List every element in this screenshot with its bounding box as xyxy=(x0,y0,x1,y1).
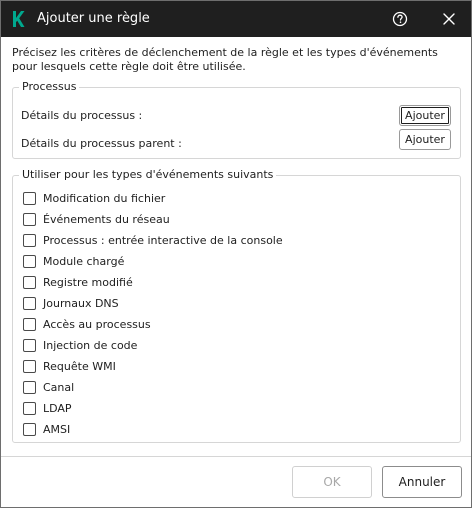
event-type-module-loaded[interactable]: Module chargé xyxy=(23,253,124,269)
event-type-registry-modified[interactable]: Registre modifié xyxy=(23,274,133,290)
ok-button[interactable]: OK xyxy=(292,466,372,498)
close-icon xyxy=(443,13,455,25)
checkbox[interactable] xyxy=(23,380,36,394)
dialog-title: Ajouter une règle xyxy=(37,11,150,26)
event-type-process-access[interactable]: Accès au processus xyxy=(23,316,151,332)
footer-divider xyxy=(1,456,471,457)
checkbox[interactable] xyxy=(23,296,36,310)
event-type-label: Journaux DNS xyxy=(43,296,119,310)
event-types-group: Utiliser pour les types d'événements sui… xyxy=(12,168,461,443)
process-group-title: Processus xyxy=(19,80,80,94)
close-button[interactable] xyxy=(439,9,459,29)
event-type-label: Requête WMI xyxy=(43,359,116,373)
event-type-code-injection[interactable]: Injection de code xyxy=(23,337,137,353)
event-type-label: AMSI xyxy=(43,422,71,436)
event-type-network-events[interactable]: Événements du réseau xyxy=(23,211,170,227)
checkbox[interactable] xyxy=(23,254,36,268)
event-types-group-title: Utiliser pour les types d'événements sui… xyxy=(19,168,277,182)
add-process-details-button[interactable]: Ajouter xyxy=(399,105,451,126)
checkbox[interactable] xyxy=(23,233,36,247)
checkbox[interactable] xyxy=(23,275,36,289)
process-details-label: Détails du processus : xyxy=(21,109,143,122)
event-type-channel[interactable]: Canal xyxy=(23,379,74,395)
event-type-wmi-query[interactable]: Requête WMI xyxy=(23,358,116,374)
checkbox[interactable] xyxy=(23,422,36,436)
event-type-console-interactive-input[interactable]: Processus : entrée interactive de la con… xyxy=(23,232,283,248)
dialog-window: Ajouter une règle Précisez les critères … xyxy=(0,0,472,508)
event-type-file-modification[interactable]: Modification du fichier xyxy=(23,190,165,206)
event-type-label: Registre modifié xyxy=(43,275,133,289)
dialog-description: Précisez les critères de déclenchement d… xyxy=(12,46,438,73)
title-bar: Ajouter une règle xyxy=(1,1,471,37)
kaspersky-logo-icon xyxy=(13,11,25,27)
help-button[interactable] xyxy=(390,9,410,29)
checkbox[interactable] xyxy=(23,401,36,415)
checkbox[interactable] xyxy=(23,212,36,226)
event-type-label: Injection de code xyxy=(43,338,138,352)
checkbox[interactable] xyxy=(23,359,36,373)
checkbox[interactable] xyxy=(23,317,36,331)
help-icon xyxy=(392,11,408,27)
checkbox[interactable] xyxy=(23,191,36,205)
checkbox[interactable] xyxy=(23,338,36,352)
event-type-label: Canal xyxy=(43,380,75,394)
process-group: Processus Détails du processus : Ajouter… xyxy=(12,80,461,159)
event-type-label: Module chargé xyxy=(43,254,125,268)
event-type-dns-logs[interactable]: Journaux DNS xyxy=(23,295,119,311)
event-type-label: LDAP xyxy=(43,401,72,415)
event-type-ldap[interactable]: LDAP xyxy=(23,400,72,416)
event-type-label: Événements du réseau xyxy=(43,212,170,226)
event-type-label: Processus : entrée interactive de la con… xyxy=(43,233,283,247)
cancel-button[interactable]: Annuler xyxy=(382,466,462,498)
add-parent-process-details-button[interactable]: Ajouter xyxy=(399,129,451,150)
event-type-label: Modification du fichier xyxy=(43,191,166,205)
event-type-label: Accès au processus xyxy=(43,317,151,331)
parent-process-details-label: Détails du processus parent : xyxy=(21,137,182,150)
event-type-amsi[interactable]: AMSI xyxy=(23,421,70,437)
